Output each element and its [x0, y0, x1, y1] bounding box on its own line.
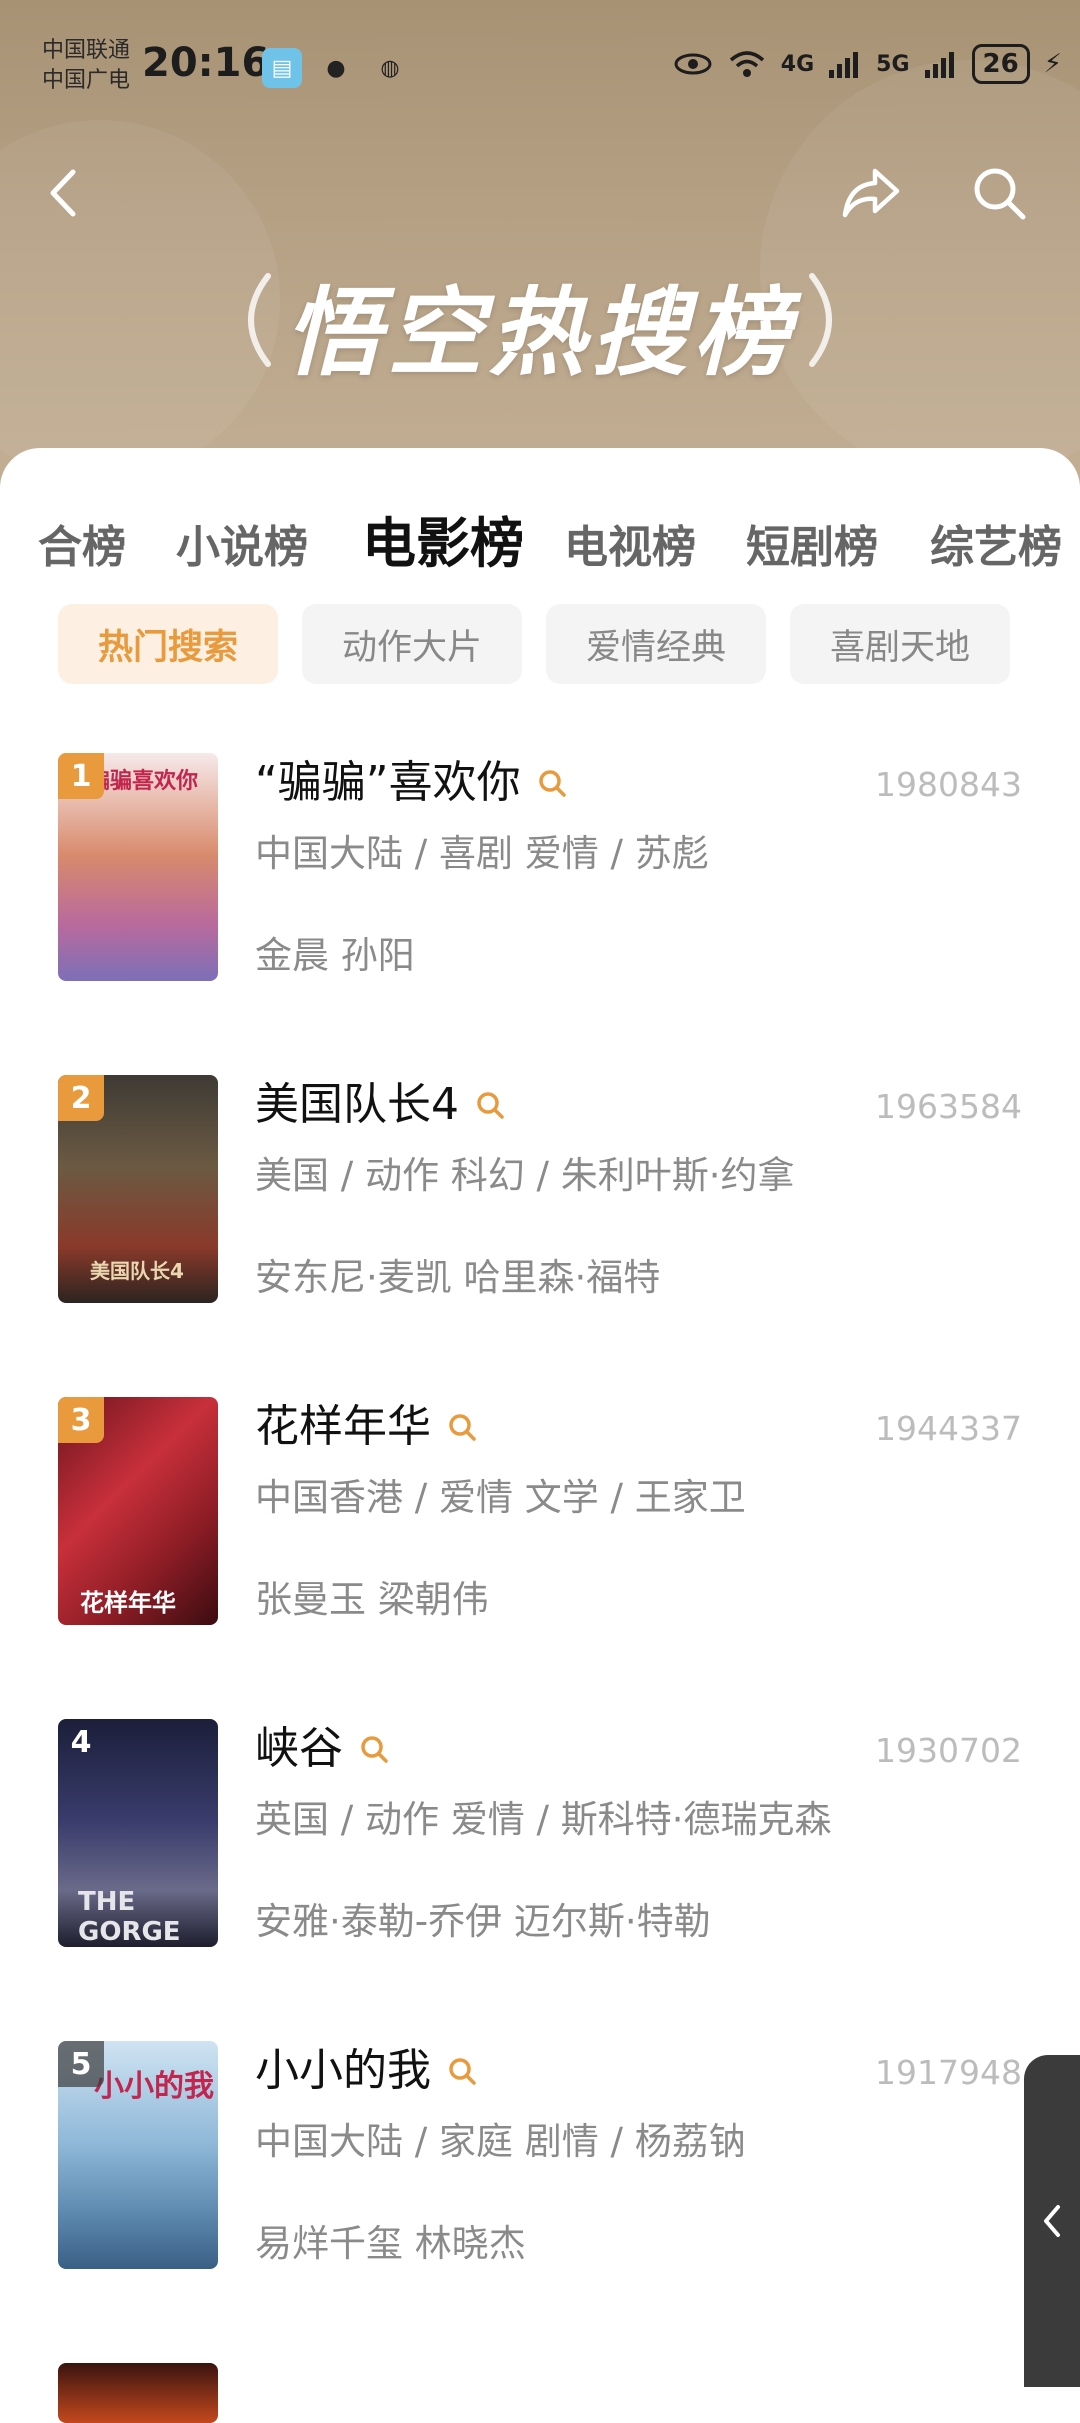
rank-badge: 2 — [58, 1075, 104, 1121]
search-count: 1944337 — [875, 1409, 1022, 1448]
poster-title: 美国队长4 — [90, 1259, 184, 1283]
chip-hot-search[interactable]: 热门搜索 — [58, 604, 278, 684]
wifi-icon — [729, 51, 764, 77]
list-item[interactable]: THE GORGE 4 峡谷 1930702 英国 / 动作 爱情 / 斯科特·… — [0, 1719, 1080, 2041]
tab-movie[interactable]: 电影榜 — [362, 508, 524, 584]
list-item[interactable]: 小小的我 5 小小的我 1917948 中国大陆 / 家庭 剧情 / 杨荔钠 易… — [0, 2041, 1080, 2363]
poster-image: 花样年华 3 — [58, 1397, 218, 1625]
list-item[interactable]: 花样年华 3 花样年华 1944337 中国香港 / 爱情 文学 / 王家卫 张… — [0, 1397, 1080, 1719]
chip-romance[interactable]: 爱情经典 — [546, 604, 766, 684]
poster-title: THE GORGE — [78, 1887, 181, 1947]
category-tabs: 合榜 小说榜 电影榜 电视榜 短剧榜 综艺榜 — [0, 508, 1080, 588]
rank-badge: 5 — [58, 2041, 104, 2087]
item-title: 峡谷 — [255, 1723, 343, 1774]
battery-indicator: 26 — [971, 44, 1030, 84]
signal-icon — [829, 52, 859, 78]
item-title-row: 花样年华 — [255, 1397, 477, 1457]
ranking-list: 骗骗喜欢你 1 “骗骗”喜欢你 1980843 中国大陆 / 喜剧 爱情 / 苏… — [0, 753, 1080, 2423]
top-nav — [0, 140, 1080, 240]
search-button[interactable] — [964, 158, 1034, 228]
poster-image: THE GORGE 4 — [58, 1719, 218, 1947]
item-cast: 张曼玉 梁朝伟 — [255, 1578, 489, 1621]
item-cast: 易烊千玺 林晓杰 — [255, 2222, 526, 2265]
item-title: “骗骗”喜欢你 — [255, 757, 521, 808]
item-title-row: “骗骗”喜欢你 — [255, 753, 567, 813]
rank-badge: 3 — [58, 1397, 104, 1443]
search-icon — [974, 168, 1026, 220]
search-count: 1963584 — [875, 1087, 1022, 1126]
poster-title: 花样年华 — [80, 1589, 176, 1617]
back-button[interactable] — [28, 158, 98, 228]
tab-tv[interactable]: 电视榜 — [564, 508, 696, 588]
item-title-row: 美国队长4 — [255, 1075, 505, 1135]
side-drawer-handle[interactable] — [1024, 2055, 1080, 2387]
filter-chips: 热门搜索 动作大片 爱情经典 喜剧天地 — [58, 604, 1010, 684]
item-title: 花样年华 — [255, 1401, 431, 1452]
item-meta: 英国 / 动作 爱情 / 斯科特·德瑞克森 — [255, 1798, 832, 1841]
wechat-icon: ◍ — [380, 55, 400, 81]
share-button[interactable] — [836, 158, 906, 228]
item-meta: 美国 / 动作 科幻 / 朱利叶斯·约拿 — [255, 1154, 795, 1197]
carrier-info: 中国联通 中国广电 — [42, 36, 130, 96]
chip-action[interactable]: 动作大片 — [302, 604, 522, 684]
notification-icons: ▤ ● ◍ — [262, 48, 410, 88]
rank-badge: 4 — [70, 1724, 92, 1760]
poster-image: 美国队长4 2 — [58, 1075, 218, 1303]
item-title: 小小的我 — [255, 2045, 431, 2096]
poster-image: 小小的我 5 — [58, 2041, 218, 2269]
item-title-row: 小小的我 — [255, 2041, 477, 2101]
search-icon — [477, 1092, 504, 1119]
tab-variety[interactable]: 综艺榜 — [930, 508, 1062, 588]
item-meta: 中国香港 / 爱情 文学 / 王家卫 — [255, 1476, 746, 1519]
network-4g: 4G — [780, 51, 815, 77]
content-sheet: 合榜 小说榜 电影榜 电视榜 短剧榜 综艺榜 热门搜索 动作大片 爱情经典 喜剧… — [0, 448, 1080, 2423]
signal-icon — [924, 52, 954, 78]
poster-image — [58, 2363, 218, 2423]
poster-image: 骗骗喜欢你 1 — [58, 753, 218, 981]
poster-title: 小小的我 — [94, 2069, 214, 2104]
poster-title: 骗骗喜欢你 — [88, 769, 199, 794]
status-bar: 中国联通 中国广电 20:16 ▤ ● ◍ 4G 5G 26 ⚡ — [0, 0, 1080, 140]
search-count: 1930702 — [875, 1731, 1022, 1770]
item-cast: 安东尼·麦凯 哈里森·福特 — [255, 1256, 661, 1299]
list-item[interactable]: 骗骗喜欢你 1 “骗骗”喜欢你 1980843 中国大陆 / 喜剧 爱情 / 苏… — [0, 753, 1080, 1075]
carrier-2: 中国广电 — [42, 68, 131, 93]
search-count: 1980843 — [875, 765, 1022, 804]
chip-comedy[interactable]: 喜剧天地 — [790, 604, 1010, 684]
search-count: 1917948 — [875, 2053, 1022, 2092]
list-item-partial[interactable] — [0, 2363, 1080, 2423]
charging-icon: ⚡ — [1043, 49, 1062, 79]
banner-title: 悟空热搜榜 — [285, 277, 795, 389]
eye-icon — [674, 53, 712, 75]
item-meta: 中国大陆 / 家庭 剧情 / 杨荔钠 — [255, 2120, 746, 2163]
search-icon — [538, 770, 566, 797]
book-app-icon: ▤ — [262, 48, 302, 88]
item-cast: 安雅·泰勒-乔伊 迈尔斯·特勒 — [255, 1900, 711, 1943]
laurel-right-icon — [809, 273, 832, 367]
qq-icon: ● — [326, 55, 346, 81]
carrier-1: 中国联通 — [42, 38, 131, 63]
rank-badge: 1 — [58, 753, 104, 799]
header-banner: 中国联通 中国广电 20:16 ▤ ● ◍ 4G 5G 26 ⚡ 悟空热搜榜 — [0, 0, 1080, 520]
item-cast: 金晨 孙阳 — [255, 934, 415, 977]
chevron-left-icon — [50, 169, 76, 217]
chevron-left-icon — [1044, 2205, 1060, 2237]
search-icon — [361, 1736, 388, 1763]
status-time: 20:16 — [142, 40, 270, 86]
system-status: 4G 5G 26 ⚡ — [673, 44, 1062, 84]
tab-short-drama[interactable]: 短剧榜 — [746, 508, 878, 588]
list-item[interactable]: 美国队长4 2 美国队长4 1963584 美国 / 动作 科幻 / 朱利叶斯·… — [0, 1075, 1080, 1397]
item-title: 美国队长4 — [255, 1079, 459, 1130]
tab-novel[interactable]: 小说榜 — [176, 508, 308, 588]
item-title-row: 峡谷 — [255, 1719, 389, 1779]
item-meta: 中国大陆 / 喜剧 爱情 / 苏彪 — [255, 832, 709, 875]
share-icon — [842, 168, 900, 218]
network-5g: 5G — [876, 51, 910, 77]
search-icon — [449, 1414, 476, 1441]
search-icon — [449, 2058, 476, 2085]
tab-overall[interactable]: 合榜 — [38, 508, 126, 588]
